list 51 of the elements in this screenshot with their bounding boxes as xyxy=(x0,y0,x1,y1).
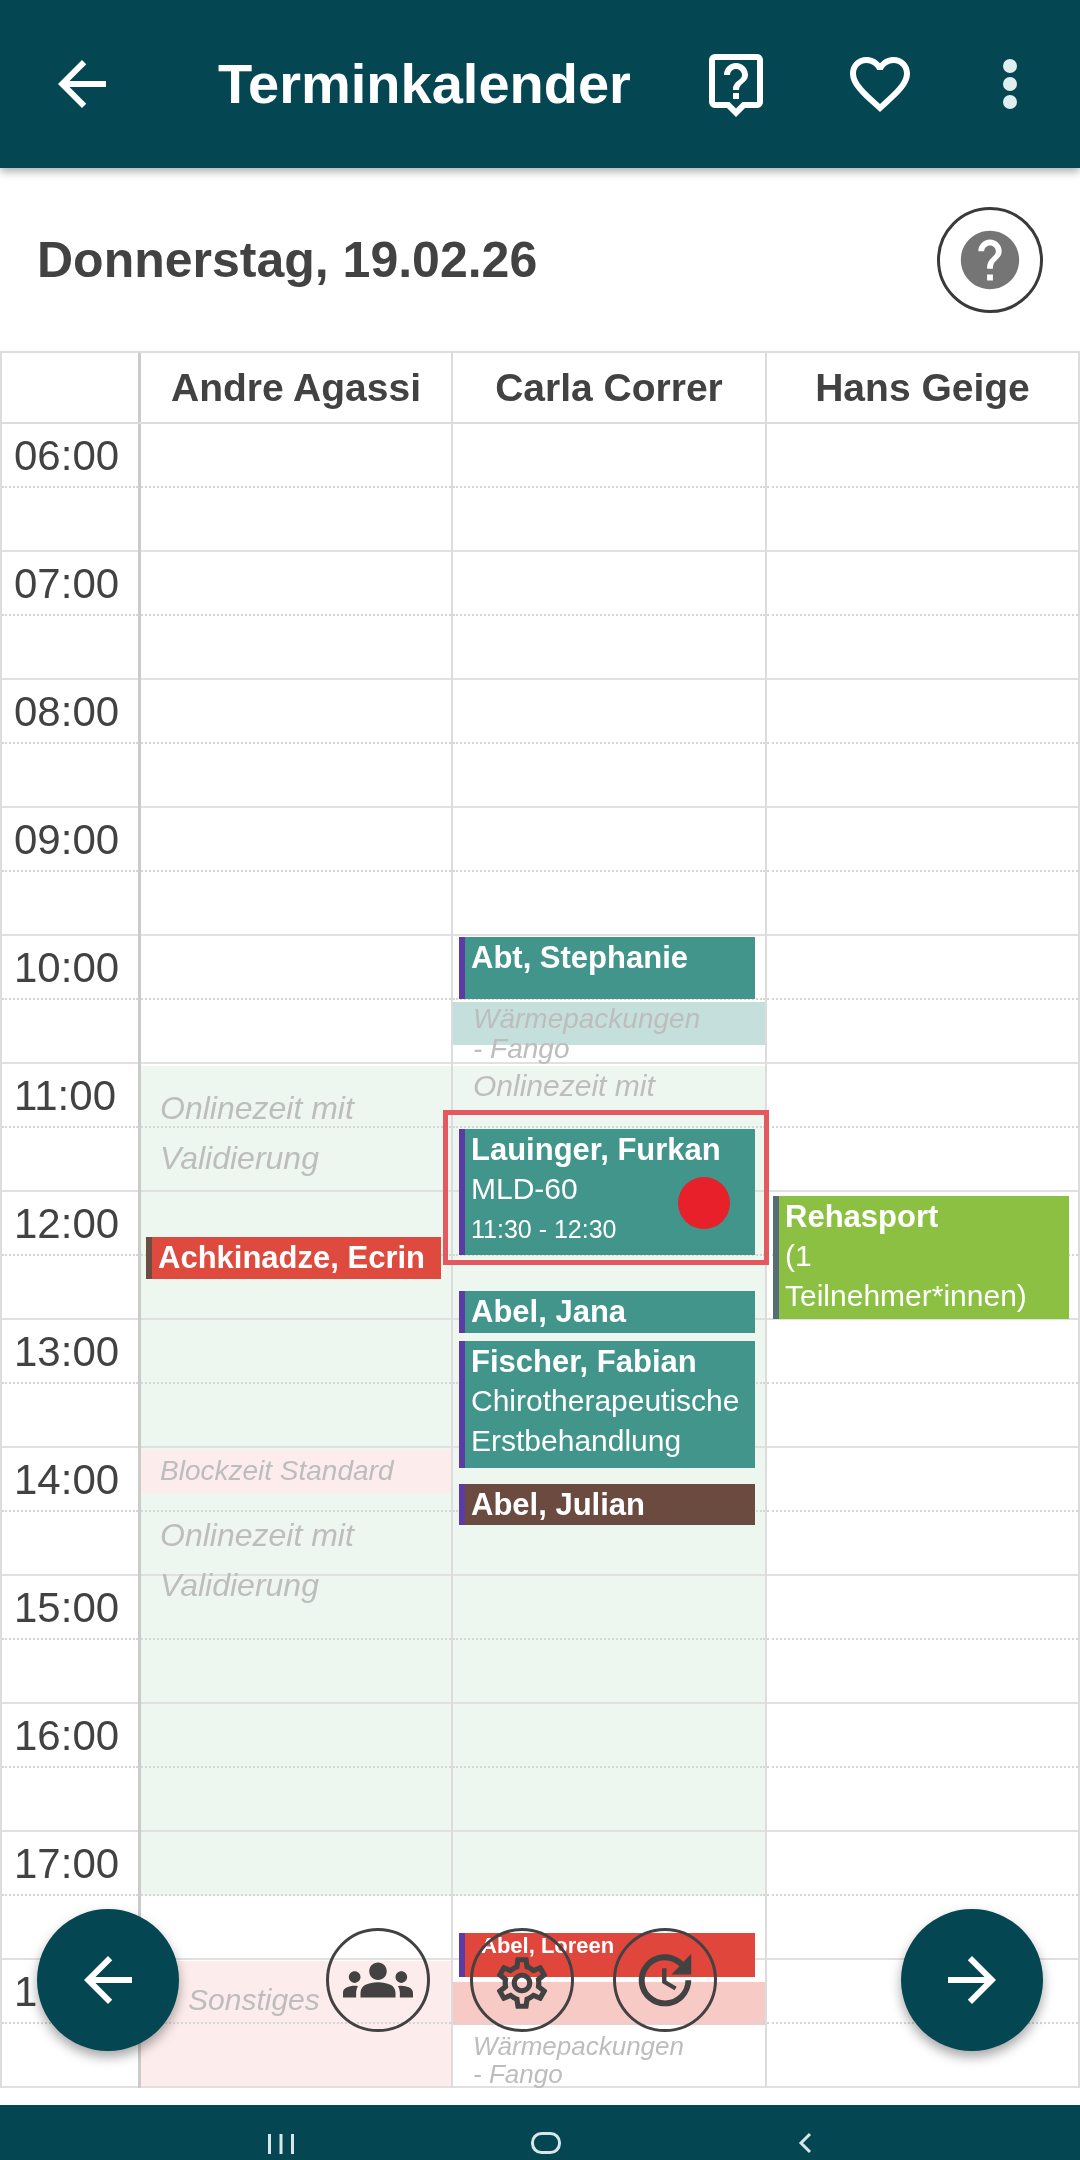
appointment-title: Abt, Stephanie xyxy=(471,939,688,977)
recent-apps-icon[interactable] xyxy=(268,2134,295,2154)
time-label: 07:00 xyxy=(14,560,120,608)
time-label: 12:00 xyxy=(14,1200,120,1248)
history-button[interactable] xyxy=(613,1928,717,2032)
block-label: Sonstiges xyxy=(188,1982,320,2018)
block-label: Wärmepackungen - Fango xyxy=(473,2032,685,2088)
time-label: 13:00 xyxy=(14,1328,120,1376)
screen-title: Terminkalender xyxy=(218,52,631,116)
previous-day-button[interactable] xyxy=(37,1909,179,2051)
appointment-title: Rehasport xyxy=(785,1198,939,1236)
next-day-button[interactable] xyxy=(901,1909,1043,2051)
appointment-title: Fischer, Fabian xyxy=(471,1343,697,1381)
time-label: 1 xyxy=(14,1968,38,2016)
appointment-card[interactable]: Abel, Julian xyxy=(459,1484,755,1525)
appointment-detail: Chirotherapeutische Erstbehandlung xyxy=(471,1383,741,1459)
appointment-detail: MLD-60 xyxy=(471,1171,579,1207)
date-heading: Donnerstag, 19.02.26 xyxy=(37,230,538,289)
column-header: Hans Geige xyxy=(815,364,1030,411)
appointment-card[interactable]: Lauinger, Furkan MLD-60 11:30 - 12:30 xyxy=(459,1129,755,1255)
block-label: Onlinezeit mit Validierung xyxy=(160,1089,356,1178)
column-header: Andre Agassi xyxy=(171,364,421,411)
help-button[interactable] xyxy=(937,206,1043,313)
back-icon[interactable] xyxy=(797,2132,812,2154)
column-header: Carla Correr xyxy=(495,364,723,411)
appointment-title: Abel, Jana xyxy=(471,1293,627,1331)
staff-button[interactable] xyxy=(326,1928,430,2032)
appointment-card[interactable]: Rehasport (1 Teilnehmer*innen) xyxy=(773,1196,1069,1319)
time-label: 14:00 xyxy=(14,1456,120,1504)
appointment-card[interactable]: Achkinadze, Ecrin xyxy=(146,1237,441,1279)
more-options-icon xyxy=(1003,59,1017,109)
appointment-card[interactable]: Abel, Jana xyxy=(459,1291,755,1333)
appointment-detail: (1 Teilnehmer*innen) xyxy=(785,1238,1028,1314)
time-label: 09:00 xyxy=(14,816,120,864)
time-label: 16:00 xyxy=(14,1712,120,1760)
appointment-title: Lauinger, Furkan xyxy=(471,1131,721,1169)
time-label: 15:00 xyxy=(14,1584,120,1632)
time-label: 06:00 xyxy=(14,432,120,480)
block-label: Blockzeit Standard xyxy=(160,1454,394,1488)
time-label: 08:00 xyxy=(14,688,120,736)
appointment-card[interactable]: Fischer, Fabian Chirotherapeutische Erstbehandlung xyxy=(459,1341,755,1468)
appointment-title: Achkinadze, Ecrin xyxy=(158,1239,426,1277)
time-label: 11:00 xyxy=(14,1072,116,1120)
appointment-title: Abel, Julian xyxy=(471,1486,645,1524)
appointment-time: 11:30 - 12:30 xyxy=(471,1214,617,1245)
home-icon[interactable] xyxy=(531,2132,561,2154)
block-label: Onlinezeit mit Validierung xyxy=(160,1516,356,1605)
block-label: Onlinezeit mit xyxy=(473,1068,655,1104)
time-label: 10:00 xyxy=(14,944,120,992)
appointment-card[interactable]: Abt, Stephanie xyxy=(459,937,755,999)
time-label: 17:00 xyxy=(14,1840,120,1888)
